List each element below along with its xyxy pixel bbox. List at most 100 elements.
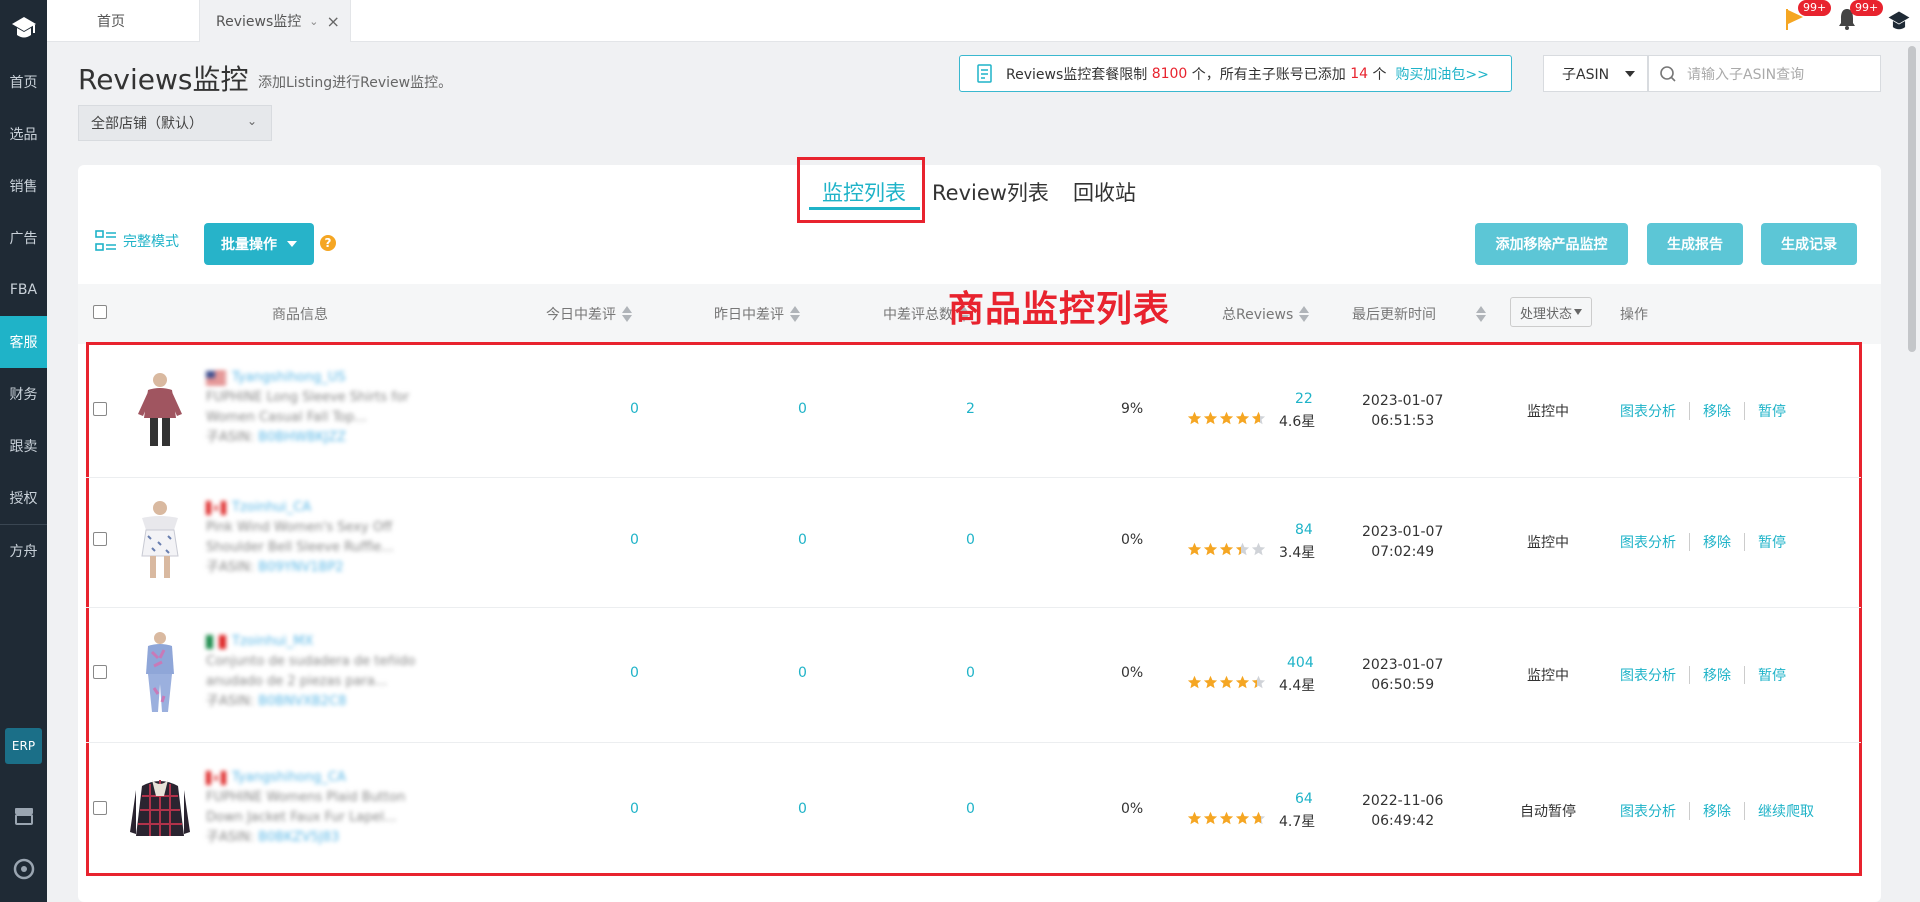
row-checkbox[interactable] <box>93 402 107 416</box>
yesterday-bad-count[interactable]: 0 <box>798 532 807 548</box>
row-checkbox[interactable] <box>93 801 107 815</box>
user-avatar[interactable] <box>1886 8 1912 38</box>
product-title-line2[interactable]: Down Jacket Faux Fur Lapel... <box>206 808 405 828</box>
resume-crawl-link[interactable]: 继续爬取 <box>1758 801 1814 821</box>
pause-link[interactable]: 暂停 <box>1758 532 1786 552</box>
yesterday-bad-count[interactable]: 0 <box>798 401 807 417</box>
star-icon <box>1187 811 1202 825</box>
update-date: 2023-01-07 <box>1362 393 1444 409</box>
bad-total-count[interactable]: 2 <box>966 401 975 417</box>
bad-total-count[interactable]: 0 <box>966 665 975 681</box>
product-title-line1[interactable]: FUPHINE Womens Plaid Button <box>206 788 405 808</box>
store-name[interactable]: Tzoinhui_CA <box>232 500 311 515</box>
product-title-line2[interactable]: anudado de 2 piezas para... <box>206 672 415 692</box>
last-update: 2023-01-07 06:50:59 <box>1362 655 1443 695</box>
total-reviews-count[interactable]: 404 <box>1287 655 1314 671</box>
store-name[interactable]: Tzoinhui_MX <box>232 634 313 649</box>
row-checkbox[interactable] <box>93 665 107 679</box>
full-mode-toggle[interactable]: 完整模式 <box>95 230 179 252</box>
flag-notification[interactable]: 99+ <box>1784 0 1832 36</box>
sidebar-item-authorize[interactable]: 授权 <box>0 472 47 524</box>
bad-total-count[interactable]: 0 <box>966 801 975 817</box>
store-select[interactable]: 全部店铺（默认） ⌄ <box>78 105 272 141</box>
remove-link[interactable]: 移除 <box>1703 665 1731 685</box>
asin-link[interactable]: B0BNVXB2C8 <box>258 694 346 709</box>
chart-analysis-link[interactable]: 图表分析 <box>1620 665 1676 685</box>
sort-icon[interactable] <box>1299 306 1310 322</box>
total-reviews-count[interactable]: 84 <box>1295 522 1313 538</box>
product-title-line2[interactable]: Women Casual Fall Top... <box>206 408 409 428</box>
help-icon[interactable]: ? <box>320 235 336 251</box>
row-checkbox[interactable] <box>93 532 107 546</box>
sidebar-item-ads[interactable]: 广告 <box>0 212 47 264</box>
add-remove-monitor-button[interactable]: 添加移除产品监控 <box>1475 223 1628 265</box>
tab-reviews-monitor[interactable]: Reviews监控 ⌄ × <box>199 0 351 42</box>
remove-link[interactable]: 移除 <box>1703 801 1731 821</box>
sidebar-item-selection[interactable]: 选品 <box>0 108 47 160</box>
bad-total-count[interactable]: 0 <box>966 532 975 548</box>
tab-review-list[interactable]: Review列表 <box>932 177 1049 207</box>
generate-records-button[interactable]: 生成记录 <box>1761 223 1857 265</box>
generate-report-button[interactable]: 生成报告 <box>1647 223 1743 265</box>
total-reviews-count[interactable]: 22 <box>1295 391 1313 407</box>
col-yesterday-bad[interactable]: 昨日中差评 <box>714 304 800 324</box>
asin-type-select[interactable]: 子ASIN <box>1543 55 1648 92</box>
col-last-update[interactable]: 最后更新时间 <box>1352 304 1486 324</box>
product-title-line1[interactable]: FUPHINE Long Sleeve Shirts for <box>206 388 409 408</box>
sidebar-item-finance[interactable]: 财务 <box>0 368 47 420</box>
sort-icon[interactable] <box>1476 306 1486 322</box>
status-filter-select[interactable]: 处理状态 <box>1510 297 1592 327</box>
tab-home[interactable]: 首页 <box>97 0 125 42</box>
today-bad-count[interactable]: 0 <box>630 532 639 548</box>
bulk-actions-label: 批量操作 <box>221 237 277 253</box>
chevron-down-icon[interactable]: ⌄ <box>309 15 318 28</box>
sidebar-item-customer-service[interactable]: 客服 <box>0 316 47 368</box>
asin-link[interactable]: B0BKZV5J83 <box>258 830 339 845</box>
chart-analysis-link[interactable]: 图表分析 <box>1620 801 1676 821</box>
erp-button[interactable]: ERP <box>5 728 42 764</box>
chart-analysis-link[interactable]: 图表分析 <box>1620 401 1676 421</box>
tab-recycle-bin[interactable]: 回收站 <box>1073 177 1136 207</box>
total-reviews-count[interactable]: 64 <box>1295 791 1313 807</box>
sidebar-item-ark[interactable]: 方舟 <box>0 524 47 576</box>
today-bad-count[interactable]: 0 <box>630 801 639 817</box>
asin-search-field[interactable]: 请输入子ASIN查询 <box>1648 55 1881 92</box>
bulk-actions-button[interactable]: 批量操作 <box>204 223 314 265</box>
store-name[interactable]: Tyangshihong_CA <box>232 770 346 785</box>
remove-link[interactable]: 移除 <box>1703 532 1731 552</box>
product-title-line1[interactable]: Conjunto de sudadera de teñido <box>206 652 415 672</box>
pause-link[interactable]: 暂停 <box>1758 665 1786 685</box>
yesterday-bad-count[interactable]: 0 <box>798 801 807 817</box>
support-icon[interactable] <box>12 857 36 881</box>
col-total-reviews[interactable]: 总Reviews <box>1222 304 1310 324</box>
store-name[interactable]: Tyangshihong_US <box>232 370 346 385</box>
sidebar-item-home[interactable]: 首页 <box>0 56 47 108</box>
sidebar-item-fba[interactable]: FBA <box>0 264 47 316</box>
buy-addon-link[interactable]: 购买加油包>> <box>1395 64 1488 84</box>
search-placeholder[interactable]: 请输入子ASIN查询 <box>1687 64 1804 84</box>
app-logo[interactable] <box>0 0 47 56</box>
product-title-line2[interactable]: Shoulder Bell Sleeve Ruffle... <box>206 538 394 558</box>
product-thumbnail[interactable] <box>128 366 192 454</box>
yesterday-bad-count[interactable]: 0 <box>798 665 807 681</box>
product-thumbnail[interactable] <box>128 628 192 716</box>
asin-link[interactable]: B0BHWBKJZZ <box>258 430 346 445</box>
bell-notification[interactable]: 99+ <box>1836 0 1884 36</box>
product-thumbnail[interactable] <box>128 496 192 584</box>
sort-icon[interactable] <box>790 306 800 322</box>
sidebar-item-follow-sell[interactable]: 跟卖 <box>0 420 47 472</box>
pause-link[interactable]: 暂停 <box>1758 401 1786 421</box>
store-icon[interactable] <box>12 804 36 828</box>
sort-icon[interactable] <box>622 306 632 322</box>
chart-analysis-link[interactable]: 图表分析 <box>1620 532 1676 552</box>
asin-label: 子ASIN: <box>206 430 255 445</box>
close-icon[interactable]: × <box>326 12 339 31</box>
col-today-bad[interactable]: 今日中差评 <box>546 304 632 324</box>
product-thumbnail[interactable] <box>128 766 192 854</box>
asin-link[interactable]: B09YNV1BP2 <box>258 560 343 575</box>
today-bad-count[interactable]: 0 <box>630 665 639 681</box>
remove-link[interactable]: 移除 <box>1703 401 1731 421</box>
select-all-checkbox[interactable] <box>93 305 107 319</box>
product-title-line1[interactable]: Pink Wind Women's Sexy Off <box>206 518 394 538</box>
today-bad-count[interactable]: 0 <box>630 401 639 417</box>
